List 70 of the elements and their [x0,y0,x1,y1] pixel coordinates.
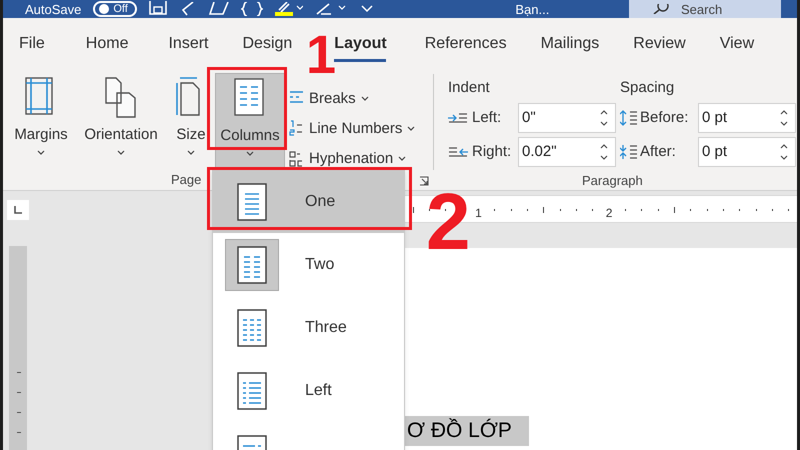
caret-icon [360,96,369,100]
save-icon [149,1,168,15]
group-label: Page [171,173,202,186]
hyphenation-icon [289,149,304,167]
caret-icon [407,126,416,130]
field-label: Right: [472,142,512,162]
spinner-arrows-icon [779,143,789,161]
ribbon-button[interactable]: Hyphenation [289,147,416,169]
spin-field[interactable]: 0.02" [518,137,616,167]
ribbon-tab[interactable]: Design [242,18,292,70]
ribbon-button[interactable]: Line Numbers [289,117,416,139]
document-text: Ơ ĐỒ LỚP [405,416,529,446]
caret-icon [117,150,125,155]
ribbon-button[interactable]: Size [171,73,211,163]
one-column-icon [237,182,267,220]
search-field[interactable]: Search [629,0,781,18]
braces-icon [241,2,264,16]
ribbon-button[interactable]: Margins [11,73,71,163]
ribbon-tab[interactable]: Home [86,18,128,70]
dialog-launcher-icon [419,176,429,186]
group-label: Paragraph [582,174,643,187]
field-label: After: [640,142,677,162]
spin-field[interactable]: 0 pt [698,103,796,133]
document-name: Bạn... [515,2,550,16]
chevron-down-icon [361,4,374,14]
page-orientation-icon [105,77,137,119]
spacing-before-icon [620,110,638,126]
ribbon-tab[interactable]: View [720,18,754,70]
left-column-icon [237,372,267,410]
search-icon [653,4,669,14]
three-column-icon [237,308,267,346]
line-numbers-icon [289,119,304,137]
menu-item[interactable]: Left [213,359,404,422]
spin-field[interactable]: 0" [518,103,616,133]
field-label: Left: [472,108,502,128]
caret-icon [398,156,406,160]
ribbon-tab[interactable]: References [424,18,507,70]
indent-right-icon [448,147,468,157]
spinner-arrows-icon [779,109,789,127]
ribbon-button[interactable]: Breaks [289,87,416,109]
menu-item[interactable]: Two [213,233,404,296]
caret-icon [246,151,254,156]
indent-left-icon [448,113,468,123]
field-label: Before: [640,108,690,128]
shape-icon [209,2,230,16]
menu-item[interactable]: One [213,170,404,233]
spacing-after-icon [620,144,638,160]
autosave-label: AutoSave [25,2,82,16]
step-number: 1 [306,28,336,82]
ribbon-tab[interactable]: Layout [334,18,387,70]
ribbon-button[interactable]: Orientation [75,73,167,163]
section-heading: Spacing [620,78,676,98]
caret-icon [187,150,195,155]
two-column-icon [237,246,267,284]
spinner-arrows-icon [599,109,609,127]
ribbon-tab[interactable]: Insert [168,18,208,70]
ribbon-tab[interactable]: File [19,18,45,70]
spinner-arrows-icon [599,143,609,161]
step-number: 2 [426,182,470,262]
section-heading: Indent [448,78,491,98]
caret-icon [37,150,45,155]
highlighter-icon [275,2,304,16]
ruler-number: 2 [604,207,614,219]
tab-selector[interactable] [7,200,29,220]
menu-item[interactable]: Three [213,296,404,359]
ribbon-tab[interactable]: Mailings [540,18,600,70]
ruler-number: 1 [474,207,483,219]
spin-field[interactable]: 0 pt [698,137,796,167]
tab-stop-icon [14,206,22,214]
ribbon-tab[interactable]: Review [633,18,686,70]
